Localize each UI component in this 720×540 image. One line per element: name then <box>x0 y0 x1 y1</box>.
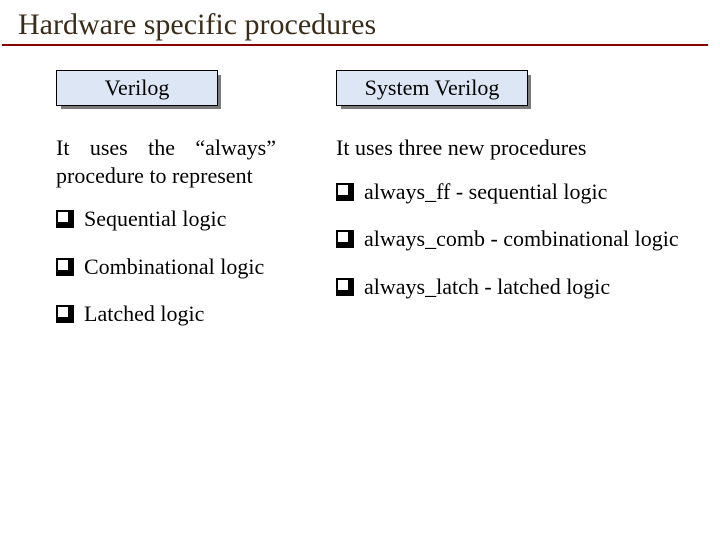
list-item: Latched logic <box>56 300 336 328</box>
bullet-icon <box>336 230 354 248</box>
title-wrap: Hardware specific procedures <box>0 0 720 42</box>
left-column: Verilog It uses the “always” procedure t… <box>56 70 336 348</box>
slide: Hardware specific procedures Verilog It … <box>0 0 720 540</box>
list-item: always_comb - combinational logic <box>336 225 680 253</box>
right-intro: It uses three new procedures <box>336 134 680 162</box>
bullet-text: Combinational logic <box>84 253 264 281</box>
left-intro: It uses the “always” procedure to repres… <box>56 134 336 189</box>
left-intro-line2: procedure to represent <box>56 163 253 188</box>
bullet-text: always_comb - combinational logic <box>364 225 679 253</box>
bullet-text: Latched logic <box>84 300 204 328</box>
systemverilog-label: System Verilog <box>336 70 528 106</box>
bullet-icon <box>336 278 354 296</box>
bullet-icon <box>56 210 74 228</box>
list-item: always_latch - latched logic <box>336 273 680 301</box>
verilog-label: Verilog <box>56 70 218 106</box>
bullet-icon <box>336 183 354 201</box>
list-item: Sequential logic <box>56 205 336 233</box>
bullet-text: always_ff - sequential logic <box>364 178 607 206</box>
list-item: Combinational logic <box>56 253 336 281</box>
bullet-text: Sequential logic <box>84 205 226 233</box>
systemverilog-label-box: System Verilog <box>336 70 526 104</box>
right-column: System Verilog It uses three new procedu… <box>336 70 680 348</box>
left-intro-line1: It uses the “always” <box>56 134 276 162</box>
content-row: Verilog It uses the “always” procedure t… <box>0 46 720 348</box>
slide-title: Hardware specific procedures <box>18 8 376 41</box>
bullet-icon <box>56 258 74 276</box>
bullet-text: always_latch - latched logic <box>364 273 610 301</box>
verilog-label-box: Verilog <box>56 70 216 104</box>
bullet-icon <box>56 305 74 323</box>
list-item: always_ff - sequential logic <box>336 178 680 206</box>
